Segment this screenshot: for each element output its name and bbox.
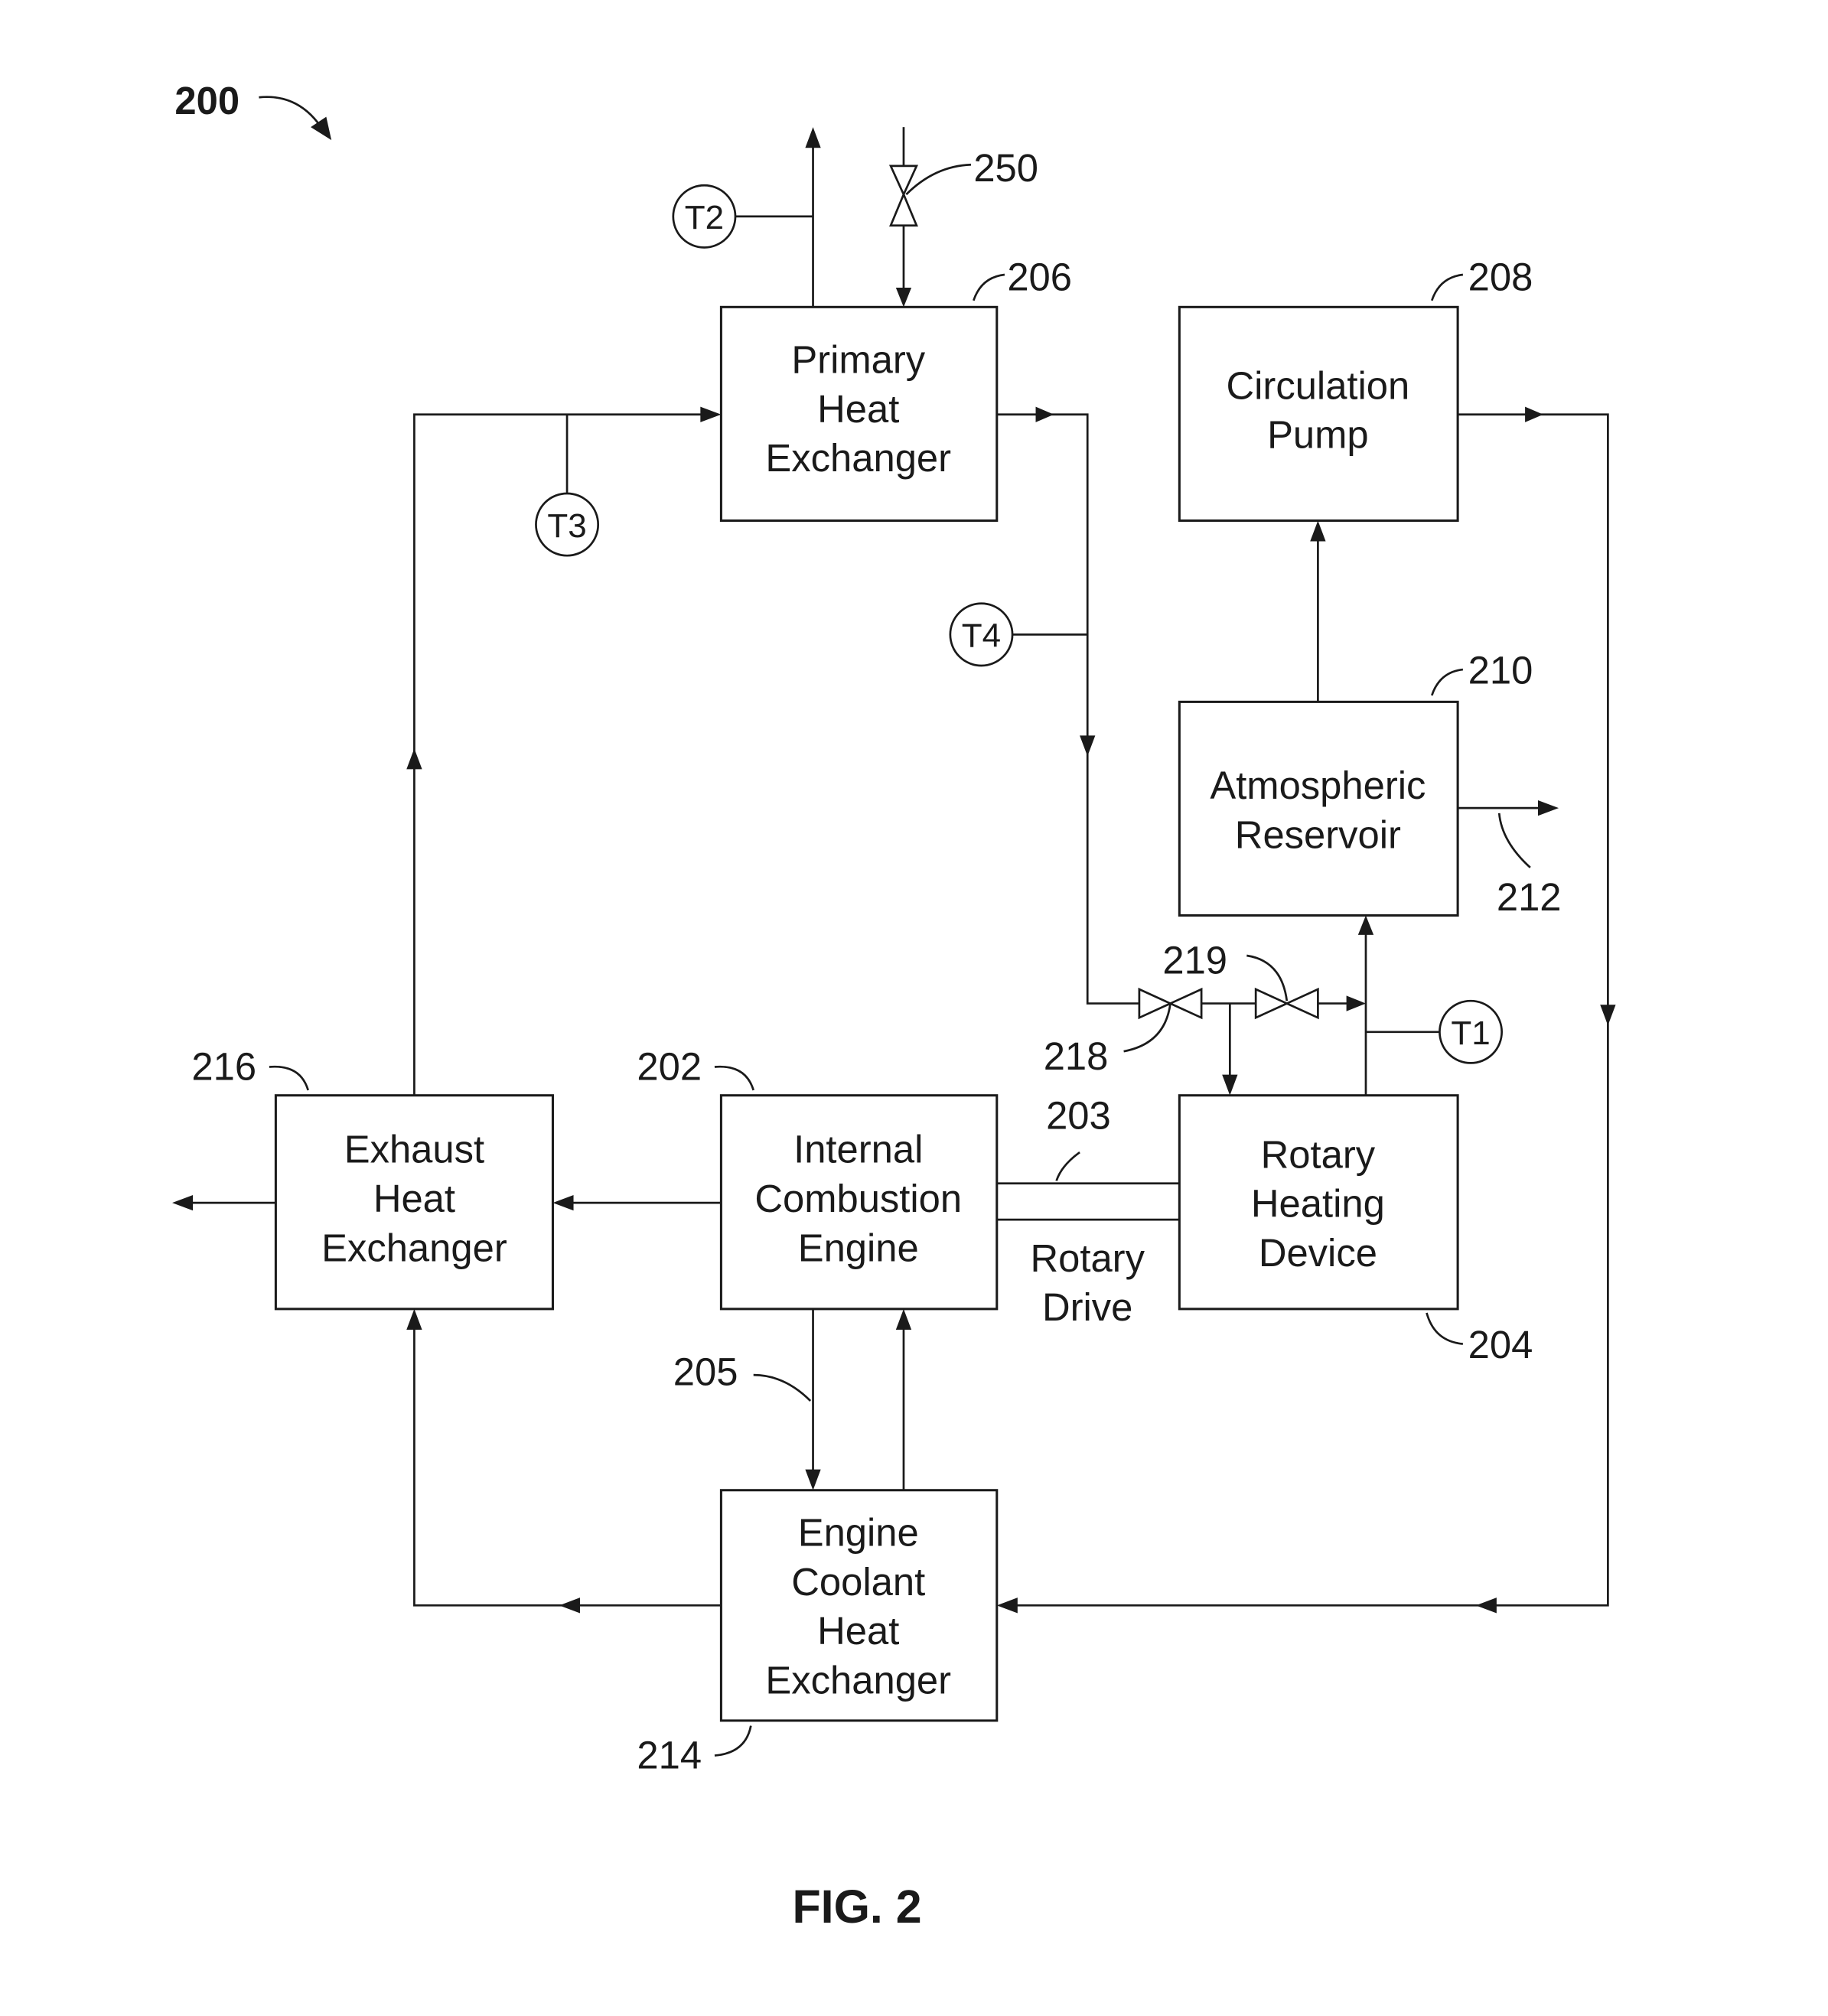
engine-label-2: Combustion xyxy=(754,1177,962,1220)
arrowhead xyxy=(1310,520,1326,542)
coolant-hx-label-3: Heat xyxy=(817,1609,899,1653)
figure-caption: FIG. 2 xyxy=(792,1881,921,1933)
arrowhead xyxy=(1035,406,1054,422)
ref-250: 250 xyxy=(973,146,1038,190)
rotary-drive-label-1: Rotary xyxy=(1030,1236,1145,1280)
internal-combustion-engine: Internal Combustion Engine xyxy=(719,1094,999,1311)
leader-210 xyxy=(1430,668,1464,696)
exhaust-hx-label-1: Exhaust xyxy=(344,1128,484,1171)
t1-label: T1 xyxy=(1451,1015,1490,1052)
arrowhead xyxy=(406,1308,422,1330)
rotary-heater-label-2: Heating xyxy=(1251,1182,1385,1226)
arrowhead xyxy=(172,1194,194,1211)
exhaust-hx-label-3: Exchanger xyxy=(321,1226,507,1269)
leader-208 xyxy=(1430,273,1464,301)
arrowhead xyxy=(805,127,821,148)
exhaust-heat-exchanger: Exhaust Heat Exchanger xyxy=(274,1094,554,1311)
ref-210: 210 xyxy=(1468,649,1533,692)
pump-label-2: Pump xyxy=(1267,413,1369,457)
arrowhead xyxy=(559,1597,580,1614)
ref-208: 208 xyxy=(1468,255,1533,298)
leader-204 xyxy=(1426,1312,1464,1345)
arrowhead xyxy=(805,1469,821,1490)
t4-label: T4 xyxy=(962,617,1001,655)
arrowhead xyxy=(1600,1005,1616,1026)
coolant-hx-label-1: Engine xyxy=(798,1510,919,1554)
rotary-heater-label-3: Device xyxy=(1259,1231,1377,1275)
leader-212 xyxy=(1497,813,1531,868)
ref-216: 216 xyxy=(191,1044,256,1088)
ref-202: 202 xyxy=(637,1044,702,1088)
rotary-heater-label-1: Rotary xyxy=(1261,1132,1376,1176)
t2-label: T2 xyxy=(685,199,724,236)
coolant-hx-label-4: Exchanger xyxy=(765,1658,951,1702)
ref-219: 219 xyxy=(1162,939,1227,982)
atmospheric-reservoir: Atmospheric Reservoir xyxy=(1178,700,1459,917)
arrowhead xyxy=(895,1308,912,1330)
arrowhead xyxy=(1080,735,1096,757)
leader-203 xyxy=(1055,1151,1080,1181)
figure-number-arrow xyxy=(259,96,322,128)
engine-label-1: Internal xyxy=(793,1128,923,1171)
arrowhead xyxy=(1475,1597,1497,1614)
rotary-drive-label-2: Drive xyxy=(1042,1285,1132,1329)
circulation-pump: Circulation Pump xyxy=(1178,305,1459,523)
coolant-hx-label-2: Coolant xyxy=(791,1560,925,1604)
arrowhead xyxy=(1538,800,1559,816)
rotary-heating-device: Rotary Heating Device xyxy=(1178,1094,1459,1311)
ref-206: 206 xyxy=(1007,255,1072,298)
ref-204: 204 xyxy=(1468,1323,1533,1366)
valve-219-right xyxy=(1284,987,1319,1020)
exhaust-hx-label-2: Heat xyxy=(373,1177,455,1220)
arrowhead xyxy=(1346,995,1366,1011)
arrowhead xyxy=(895,287,912,308)
figure-number-arrowhead xyxy=(311,116,332,141)
valve-250-lower xyxy=(889,191,918,227)
engine-label-3: Engine xyxy=(798,1226,919,1269)
t3-label: T3 xyxy=(547,507,586,545)
reservoir-label-2: Reservoir xyxy=(1235,813,1401,857)
ref-212: 212 xyxy=(1497,875,1562,919)
arrowhead xyxy=(1357,915,1374,935)
leader-216 xyxy=(269,1065,309,1091)
valve-218-left xyxy=(1138,987,1173,1020)
primary-to-valve-pipe xyxy=(996,413,1139,1005)
leader-206 xyxy=(973,273,1005,301)
valve-250-upper xyxy=(888,164,918,197)
arrowhead xyxy=(700,406,722,422)
primary-hx-label-3: Exchanger xyxy=(765,436,951,480)
primary-hx-label-2: Heat xyxy=(817,387,899,431)
leader-202 xyxy=(714,1065,754,1091)
arrowhead xyxy=(1525,406,1543,422)
leader-214 xyxy=(714,1725,752,1757)
primary-hx-label-1: Primary xyxy=(791,338,925,382)
figure-number: 200 xyxy=(174,79,239,122)
pump-label-1: Circulation xyxy=(1227,363,1410,407)
ref-205: 205 xyxy=(673,1350,738,1394)
ref-203: 203 xyxy=(1046,1094,1111,1138)
ref-218: 218 xyxy=(1044,1034,1109,1078)
arrowhead xyxy=(996,1597,1018,1614)
arrowhead xyxy=(1222,1074,1238,1096)
reservoir-label-1: Atmospheric xyxy=(1210,764,1426,807)
primary-heat-exchanger: Primary Heat Exchanger xyxy=(719,305,999,523)
system-diagram: 200 Primary Heat Exchanger 206 Circulati… xyxy=(172,79,1616,1933)
arrowhead xyxy=(552,1194,574,1211)
arrowhead xyxy=(406,748,422,770)
valve-218-right xyxy=(1168,987,1203,1020)
ref-214: 214 xyxy=(637,1734,702,1777)
valve-219-left xyxy=(1254,987,1290,1020)
leader-205 xyxy=(753,1373,812,1402)
engine-coolant-heat-exchanger: Engine Coolant Heat Exchanger xyxy=(719,1489,999,1722)
